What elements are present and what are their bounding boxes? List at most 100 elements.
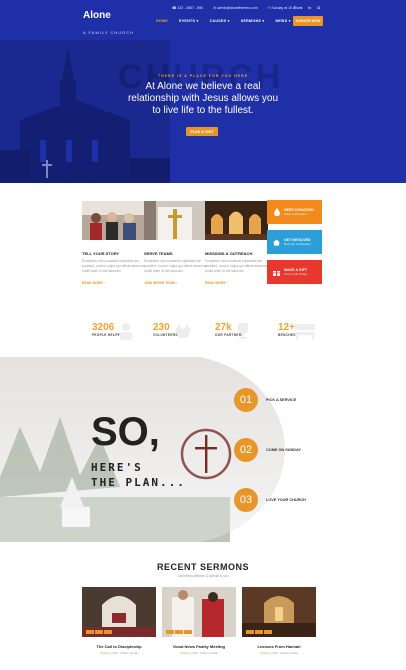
media-controls	[86, 630, 112, 634]
card-more-link[interactable]: READ MORE ›	[82, 281, 145, 285]
media-controls	[246, 630, 272, 634]
audio-icon[interactable]	[95, 630, 103, 634]
sermon-author: Pastor Jonas	[120, 651, 138, 655]
logo-title: Alone	[83, 10, 111, 21]
donate-button[interactable]: DONATE NOW	[293, 16, 323, 26]
card-more-link[interactable]: READ MORE ›	[205, 281, 268, 285]
hands-icon	[175, 324, 191, 338]
card-image-missions	[205, 201, 268, 240]
card-image-story	[82, 201, 145, 240]
audio-icon[interactable]	[175, 630, 183, 634]
site-logo[interactable]: Alone A FAMILY CHURCH	[83, 10, 134, 39]
sermon-image-1	[82, 587, 156, 637]
card-title: MISSIONS & OUTREACH	[205, 251, 253, 256]
play-icon[interactable]	[246, 630, 254, 634]
plan-here-text: HERE'S THE PLAN...	[91, 460, 186, 490]
nav-item-events-label: EVENTS	[178, 19, 196, 23]
step-label-3: LOVE YOUR CHURCH	[266, 498, 306, 502]
plan-so-text: SO,	[91, 410, 160, 454]
step-label-1: PICK A SERVICE	[266, 398, 297, 402]
audio-icon[interactable]	[255, 630, 263, 634]
nav-item-sermons[interactable]: SERMONS ▾	[241, 19, 265, 23]
action-subtitle: Give a Gift Today	[284, 272, 307, 276]
card-image-serve	[144, 201, 207, 240]
sermon-date: 25 Nov, 2018	[100, 651, 118, 655]
step-label-2: COME ON SUNDAY	[266, 448, 301, 452]
nav-item-causes-label: CAUSES	[209, 19, 227, 23]
download-icon[interactable]	[264, 630, 272, 634]
gift-icon	[273, 268, 280, 277]
sermon-card-3[interactable]: Lessons From Hannah 15 Nov, 2018 · Pasto…	[242, 587, 316, 655]
plan-the-plan-line: THE PLAN...	[91, 476, 186, 489]
sermon-title[interactable]: Lessons From Hannah	[242, 644, 316, 649]
sermon-author: Pastor Jonas	[280, 651, 298, 655]
trophy-icon	[238, 323, 248, 339]
card-tell-your-story: TELL YOUR STORY Excepteur sint occaecat …	[82, 201, 145, 285]
house-icon	[273, 238, 280, 247]
sermon-title[interactable]: Good News Family Meeting	[162, 644, 236, 649]
people-icon	[119, 323, 133, 340]
sermon-image-2	[162, 587, 236, 637]
bench-icon	[295, 324, 315, 340]
step-badge-1: 01	[234, 388, 258, 412]
action-get-involved[interactable]: GET INVOLVED Become a Volunteer	[267, 230, 322, 254]
drop-icon	[273, 208, 280, 217]
action-text: MAKE A GIFT Give a Gift Today	[284, 268, 307, 276]
sermons-subtitle: Something different & special to you	[177, 574, 229, 578]
hero-section: CHURCH Alone A FAMILY CHURCH ☎ 123 - 456…	[0, 0, 406, 183]
action-text: GET INVOLVED Become a Volunteer	[284, 238, 311, 246]
stat-volunteers: 230 VOLUNTEERS	[153, 322, 191, 346]
hero-headline: At Alone we believe a real relationship …	[127, 81, 279, 116]
media-controls	[166, 630, 192, 634]
plan-background	[0, 357, 406, 542]
stat-people-helped: 3206 PEOPLE HELPED	[92, 322, 133, 346]
phone-text: ☎ 123 - 4567 - 890	[172, 6, 204, 10]
hero-kicker: THERE IS A PLACE FOR YOU HERE	[157, 74, 249, 78]
action-need-donation[interactable]: NEED DONATION Make a Donation	[267, 200, 322, 224]
nav-item-causes[interactable]: CAUSES ▾	[210, 19, 230, 23]
sermon-author: Pastor Jonas	[200, 651, 218, 655]
sermon-meta: 25 Nov, 2018 · Pastor Jonas	[100, 651, 138, 655]
sermon-meta: 20 Nov, 2018 · Pastor Jonas	[180, 651, 218, 655]
contact-strip: ☎ 123 - 4567 - 890 ✉ admin@alonethemes.c…	[172, 6, 302, 10]
card-title: TELL YOUR STORY	[82, 251, 120, 256]
email-text[interactable]: ✉ admin@alonethemes.com	[213, 6, 258, 10]
stat-benches: 12+ BENCHES	[278, 322, 315, 346]
social-links: f t in ◘	[294, 5, 320, 10]
action-subtitle: Make a Donation	[284, 212, 307, 216]
action-make-a-gift[interactable]: MAKE A GIFT Give a Gift Today	[267, 260, 322, 284]
play-icon[interactable]	[86, 630, 94, 634]
action-text: NEED DONATION Make a Donation	[284, 208, 314, 216]
card-serve-teams: SERVE TEAMS Excepteur sint occaecat cupi…	[144, 201, 207, 285]
download-icon[interactable]	[104, 630, 112, 634]
action-subtitle: Become a Volunteer	[284, 242, 312, 246]
sermon-title[interactable]: The Call to Discipleship	[82, 644, 156, 649]
card-text: Excepteur sint occaecat cupidatat non pr…	[82, 259, 145, 273]
step-badge-2: 02	[234, 438, 258, 462]
download-icon[interactable]	[184, 630, 192, 634]
plan-heres-line: HERE'S	[91, 461, 143, 474]
sermon-meta: 15 Nov, 2018 · Pastor Jonas	[260, 651, 298, 655]
sermon-date: 15 Nov, 2018	[260, 651, 278, 655]
instagram-icon[interactable]: ◘	[317, 5, 319, 10]
card-more-link[interactable]: JOIN SERVE TEAM ›	[144, 281, 207, 285]
sermon-card-1[interactable]: The Call to Discipleship 25 Nov, 2018 · …	[82, 587, 156, 655]
card-text: Excepteur sint occaecat cupidatat non pr…	[144, 259, 207, 273]
facebook-icon[interactable]: f	[294, 5, 295, 10]
logo-subtitle: A FAMILY CHURCH	[83, 30, 134, 35]
nav-item-news[interactable]: NEWS ▾	[275, 19, 290, 23]
step-badge-3: 03	[234, 488, 258, 512]
stat-our-partners: 27k OUR PARTNERS	[215, 322, 248, 346]
play-icon[interactable]	[166, 630, 174, 634]
sermon-date: 20 Nov, 2018	[180, 651, 198, 655]
sermon-image-3	[242, 587, 316, 637]
plan-visit-button[interactable]: PLAN A VISIT	[186, 127, 218, 136]
sermons-title: RECENT SERMONS	[156, 562, 249, 572]
card-missions-outreach: MISSIONS & OUTREACH Excepteur sint occae…	[205, 201, 268, 285]
nav-item-home[interactable]: HOME	[156, 19, 168, 23]
sermon-card-2[interactable]: Good News Family Meeting 20 Nov, 2018 · …	[162, 587, 236, 655]
card-text: Excepteur sint occaecat cupidatat non pr…	[205, 259, 268, 273]
twitter-icon[interactable]: t	[301, 5, 302, 10]
linkedin-icon[interactable]: in	[308, 5, 311, 10]
nav-item-events[interactable]: EVENTS ▾	[179, 19, 199, 23]
